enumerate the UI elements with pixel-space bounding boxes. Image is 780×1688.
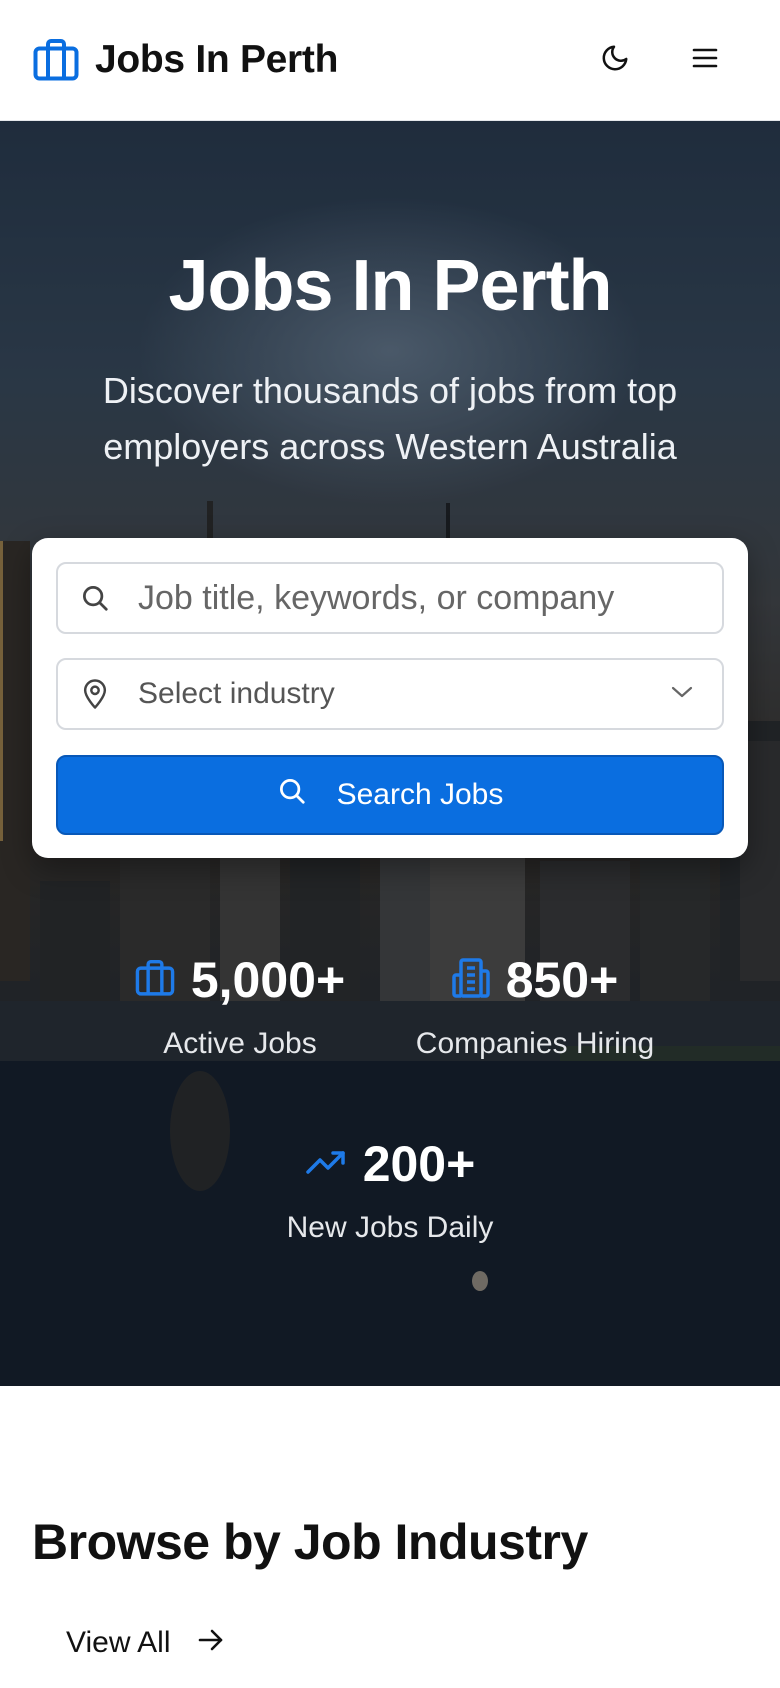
industry-select[interactable]: Select industry [56, 658, 724, 730]
building-icon [451, 957, 490, 1004]
trending-up-icon [305, 1147, 347, 1182]
view-all-link[interactable]: View All [66, 1626, 225, 1660]
keyword-search-input[interactable] [138, 578, 722, 618]
job-search-card: Select industry Search Jobs [32, 538, 748, 858]
map-pin-icon [80, 678, 116, 710]
briefcase-icon [33, 39, 79, 81]
hero-title: Jobs In Perth [168, 246, 612, 326]
top-nav-bar: Jobs In Perth [0, 0, 780, 121]
briefcase-icon [135, 959, 175, 1001]
stat-active-jobs: 5,000+ Active Jobs [120, 951, 360, 1061]
theme-toggle-button[interactable] [595, 40, 635, 80]
view-all-label: View All [66, 1626, 171, 1659]
stat-value: 200+ [362, 1136, 476, 1192]
menu-button[interactable] [685, 40, 725, 80]
chevron-down-icon [670, 685, 694, 704]
hero-section: Jobs In Perth Discover thousands of jobs… [0, 121, 780, 1386]
keyword-search-field[interactable] [56, 562, 724, 634]
browse-section-title: Browse by Job Industry [32, 1514, 588, 1570]
stat-label: New Jobs Daily [286, 1211, 494, 1244]
stat-companies-hiring: 850+ Companies Hiring [405, 951, 665, 1061]
search-jobs-button-label: Search Jobs [336, 778, 504, 811]
stat-value: 5,000+ [190, 952, 346, 1008]
stat-label: Companies Hiring [415, 1027, 655, 1060]
hero-subtitle: Discover thousands of jobs from top empl… [102, 370, 678, 467]
search-jobs-button[interactable]: Search Jobs [56, 755, 724, 835]
moon-icon [600, 43, 630, 78]
stat-new-jobs-daily: 200+ New Jobs Daily [240, 1135, 540, 1245]
industry-select-value: Select industry [138, 677, 335, 710]
brand-logo-link[interactable]: Jobs In Perth [33, 38, 338, 82]
search-icon [80, 583, 116, 613]
stat-value: 850+ [505, 952, 619, 1008]
brand-name: Jobs In Perth [95, 38, 339, 81]
stat-label: Active Jobs [163, 1027, 317, 1060]
arrow-right-icon [197, 1626, 225, 1660]
search-icon [277, 776, 307, 814]
hamburger-menu-icon [691, 46, 719, 75]
